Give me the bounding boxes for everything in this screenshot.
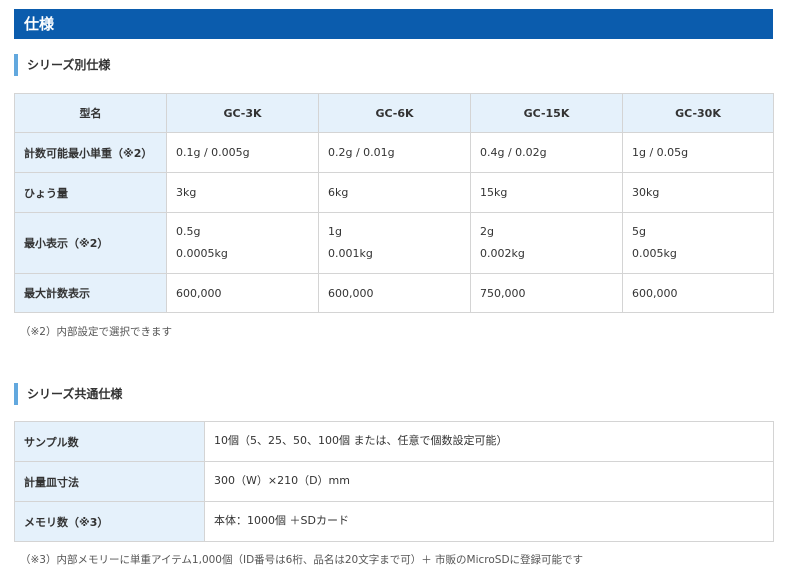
table-cell: 600,000: [622, 273, 774, 313]
table-cell: 15kg: [470, 172, 623, 213]
header-cell-gc-30k: GC-30K: [622, 93, 774, 133]
row-label: ひょう量: [14, 172, 167, 213]
table-cell: 0.1g / 0.005g: [166, 132, 319, 173]
table-cell: 0.2g / 0.01g: [318, 132, 471, 173]
header-cell-gc-6k: GC-6K: [318, 93, 471, 133]
cell-line: 1g: [328, 225, 342, 238]
row-label: サンプル数: [14, 421, 205, 462]
row-label: 最大計数表示: [14, 273, 167, 313]
table-cell: 600,000: [318, 273, 471, 313]
table-cell: 6kg: [318, 172, 471, 213]
table-cell: 本体：1000個 ＋SDカード: [204, 501, 774, 542]
table-row: 計数可能最小単重（※2） 0.1g / 0.005g 0.2g / 0.01g …: [14, 132, 774, 173]
series-spec-note: （※2）内部設定で選択できます: [20, 326, 172, 338]
header-cell-gc-3k: GC-3K: [166, 93, 319, 133]
row-label: 計数可能最小単重（※2）: [14, 132, 167, 173]
cell-line: 0.5g: [176, 225, 201, 238]
cell-line: 0.0005kg: [176, 247, 228, 260]
table-cell: 1g 0.001kg: [318, 212, 471, 274]
table-cell: 600,000: [166, 273, 319, 313]
table-cell: 3kg: [166, 172, 319, 213]
table-cell: 30kg: [622, 172, 774, 213]
header-cell-model: 型名: [14, 93, 167, 133]
table-row: 計量皿寸法 300（W）×210（D）mm: [14, 461, 774, 502]
table-cell: 0.4g / 0.02g: [470, 132, 623, 173]
common-spec-note: （※3）内部メモリーに単重アイテム1,000個（ID番号は6桁、品名は20文字ま…: [20, 554, 584, 566]
row-label: 最小表示（※2）: [14, 212, 167, 274]
table-cell: 2g 0.002kg: [470, 212, 623, 274]
table-row: ひょう量 3kg 6kg 15kg 30kg: [14, 172, 774, 213]
series-spec-heading: シリーズ別仕様: [14, 54, 110, 76]
common-spec-table: サンプル数 10個（5、25、50、100個 または、任意で個数設定可能） 計量…: [14, 421, 774, 542]
cell-line: 0.001kg: [328, 247, 373, 260]
cell-line: 0.002kg: [480, 247, 525, 260]
table-header-row: 型名 GC-3K GC-6K GC-15K GC-30K: [14, 93, 774, 133]
table-row: メモリ数（※3） 本体：1000個 ＋SDカード: [14, 501, 774, 542]
table-row: 最小表示（※2） 0.5g 0.0005kg 1g 0.001kg 2g 0.0…: [14, 212, 774, 274]
table-cell: 10個（5、25、50、100個 または、任意で個数設定可能）: [204, 421, 774, 462]
header-cell-gc-15k: GC-15K: [470, 93, 623, 133]
table-cell: 5g 0.005kg: [622, 212, 774, 274]
cell-line: 0.005kg: [632, 247, 677, 260]
table-row: 最大計数表示 600,000 600,000 750,000 600,000: [14, 273, 774, 313]
row-label: メモリ数（※3）: [14, 501, 205, 542]
cell-line: 5g: [632, 225, 646, 238]
table-cell: 300（W）×210（D）mm: [204, 461, 774, 502]
table-cell: 1g / 0.05g: [622, 132, 774, 173]
cell-line: 2g: [480, 225, 494, 238]
table-cell: 0.5g 0.0005kg: [166, 212, 319, 274]
row-label: 計量皿寸法: [14, 461, 205, 502]
common-spec-heading: シリーズ共通仕様: [14, 383, 122, 405]
page-title: 仕様: [14, 9, 773, 39]
table-cell: 750,000: [470, 273, 623, 313]
table-row: サンプル数 10個（5、25、50、100個 または、任意で個数設定可能）: [14, 421, 774, 462]
series-spec-table: 型名 GC-3K GC-6K GC-15K GC-30K 計数可能最小単重（※2…: [14, 93, 774, 313]
